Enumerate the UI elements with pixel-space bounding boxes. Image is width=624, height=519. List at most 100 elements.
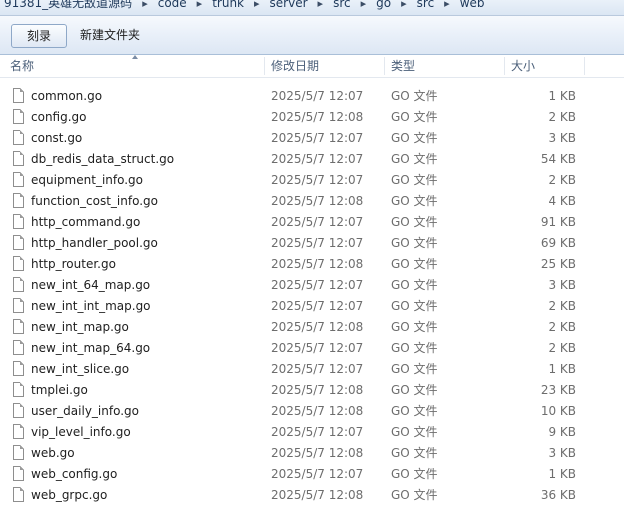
file-type: GO 文件 [391, 341, 438, 355]
file-row[interactable]: new_int_map_64.go 2025/5/7 12:07 GO 文件 2 KB [0, 338, 624, 359]
breadcrumb-separator-icon[interactable]: ▸ [444, 0, 450, 10]
file-type: GO 文件 [391, 257, 438, 271]
file-name: config.go [31, 110, 87, 124]
file-modified-date: 2025/5/7 12:07 [271, 278, 364, 292]
file-size: 1 KB [548, 362, 576, 376]
file-modified-date: 2025/5/7 12:08 [271, 320, 364, 334]
file-size: 1 KB [548, 89, 576, 103]
file-icon [13, 193, 24, 208]
file-row[interactable]: tmplei.go 2025/5/7 12:08 GO 文件 23 KB [0, 380, 624, 401]
file-row[interactable]: http_handler_pool.go 2025/5/7 12:07 GO 文件 6… [0, 233, 624, 254]
file-name: vip_level_info.go [31, 425, 131, 439]
file-row[interactable]: user_daily_info.go 2025/5/7 12:08 GO 文件 10 … [0, 401, 624, 422]
file-row[interactable]: new_int_int_map.go 2025/5/7 12:07 GO 文件 2 K… [0, 296, 624, 317]
file-row[interactable]: new_int_64_map.go 2025/5/7 12:07 GO 文件 3 KB [0, 275, 624, 296]
file-row[interactable]: web_grpc.go 2025/5/7 12:08 GO 文件 36 KB [0, 485, 624, 506]
file-name: equipment_info.go [31, 173, 144, 187]
file-name: http_handler_pool.go [31, 236, 158, 250]
file-name: user_daily_info.go [31, 404, 139, 418]
file-icon [13, 256, 24, 271]
file-row[interactable]: vip_level_info.go 2025/5/7 12:07 GO 文件 9 KB [0, 422, 624, 443]
file-row[interactable]: new_int_slice.go 2025/5/7 12:07 GO 文件 1 KB [0, 359, 624, 380]
file-modified-date: 2025/5/7 12:08 [271, 194, 364, 208]
breadcrumb-item[interactable]: web [460, 0, 485, 10]
file-modified-date: 2025/5/7 12:07 [271, 236, 364, 250]
file-icon [13, 214, 24, 229]
file-row[interactable]: web_config.go 2025/5/7 12:07 GO 文件 1 KB [0, 464, 624, 485]
breadcrumb-item[interactable]: server [270, 0, 308, 10]
breadcrumb-separator-icon[interactable]: ▸ [142, 0, 148, 10]
column-header-size[interactable]: 大小 [511, 55, 535, 77]
breadcrumb-separator-icon[interactable]: ▸ [401, 0, 407, 10]
file-row[interactable]: http_router.go 2025/5/7 12:08 GO 文件 25 KB [0, 254, 624, 275]
breadcrumb-separator-icon[interactable]: ▸ [254, 0, 260, 10]
file-icon [13, 277, 24, 292]
file-icon [13, 382, 24, 397]
file-size: 3 KB [548, 278, 576, 292]
file-type: GO 文件 [391, 383, 438, 397]
file-size: 36 KB [540, 488, 576, 502]
file-type: GO 文件 [391, 152, 438, 166]
file-row[interactable]: common.go 2025/5/7 12:07 GO 文件 1 KB [0, 86, 624, 107]
file-type: GO 文件 [391, 278, 438, 292]
file-name: const.go [31, 131, 83, 145]
file-icon [13, 361, 24, 376]
file-modified-date: 2025/5/7 12:08 [271, 257, 364, 271]
address-bar[interactable]: 91381_英雄无敌道源码 ▸ code ▸ trunk ▸ server ▸ src ▸ go ▸ s… [0, 0, 624, 16]
file-type: GO 文件 [391, 467, 438, 481]
file-row[interactable]: equipment_info.go 2025/5/7 12:07 GO 文件 2 KB [0, 170, 624, 191]
breadcrumb-item[interactable]: trunk [212, 0, 244, 10]
file-size: 1 KB [548, 467, 576, 481]
breadcrumb-separator-icon[interactable]: ▸ [318, 0, 324, 10]
file-name: db_redis_data_struct.go [31, 152, 175, 166]
file-row[interactable]: web.go 2025/5/7 12:08 GO 文件 3 KB [0, 443, 624, 464]
file-row[interactable]: http_command.go 2025/5/7 12:07 GO 文件 91 KB [0, 212, 624, 233]
column-divider[interactable] [584, 57, 585, 75]
breadcrumb-separator-icon[interactable]: ▸ [361, 0, 367, 10]
file-row[interactable]: new_int_map.go 2025/5/7 12:08 GO 文件 2 KB [0, 317, 624, 338]
file-size: 91 KB [540, 215, 576, 229]
file-row[interactable]: const.go 2025/5/7 12:07 GO 文件 3 KB [0, 128, 624, 149]
file-icon [13, 466, 24, 481]
file-row[interactable]: db_redis_data_struct.go 2025/5/7 12:07 GO … [0, 149, 624, 170]
column-header-name[interactable]: 名称 [10, 55, 34, 77]
file-type: GO 文件 [391, 320, 438, 334]
file-name: http_router.go [31, 257, 116, 271]
file-row[interactable]: function_cost_info.go 2025/5/7 12:08 GO 文件… [0, 191, 624, 212]
file-size: 2 KB [548, 341, 576, 355]
file-size: 2 KB [548, 320, 576, 334]
file-type: GO 文件 [391, 425, 438, 439]
file-icon [13, 130, 24, 145]
file-type: GO 文件 [391, 110, 438, 124]
breadcrumb-item[interactable]: code [158, 0, 187, 10]
file-icon [13, 172, 24, 187]
file-icon [13, 424, 24, 439]
column-divider[interactable] [264, 57, 265, 75]
file-type: GO 文件 [391, 362, 438, 376]
file-type: GO 文件 [391, 131, 438, 145]
file-modified-date: 2025/5/7 12:08 [271, 383, 364, 397]
file-modified-date: 2025/5/7 12:07 [271, 173, 364, 187]
column-header-modified[interactable]: 修改日期 [271, 55, 319, 77]
sort-ascending-icon [132, 55, 138, 59]
file-modified-date: 2025/5/7 12:07 [271, 299, 364, 313]
file-size: 3 KB [548, 131, 576, 145]
file-name: web.go [31, 446, 75, 460]
breadcrumb-item[interactable]: go [376, 0, 391, 10]
column-divider[interactable] [504, 57, 505, 75]
burn-button[interactable]: 刻录 [11, 24, 67, 48]
new-folder-button[interactable]: 新建文件夹 [68, 24, 152, 46]
breadcrumb-item[interactable]: src [333, 0, 351, 10]
breadcrumb-item[interactable]: 91381_英雄无敌道源码 [4, 0, 132, 11]
column-header: 名称 修改日期 类型 大小 [0, 55, 624, 78]
file-modified-date: 2025/5/7 12:07 [271, 362, 364, 376]
column-divider[interactable] [384, 57, 385, 75]
file-name: tmplei.go [31, 383, 88, 397]
file-icon [13, 298, 24, 313]
breadcrumb-item[interactable]: src [417, 0, 435, 10]
file-row[interactable]: config.go 2025/5/7 12:08 GO 文件 2 KB [0, 107, 624, 128]
column-header-type[interactable]: 类型 [391, 55, 415, 77]
file-name: common.go [31, 89, 103, 103]
breadcrumb-separator-icon[interactable]: ▸ [197, 0, 203, 10]
file-name: new_int_map.go [31, 320, 129, 334]
